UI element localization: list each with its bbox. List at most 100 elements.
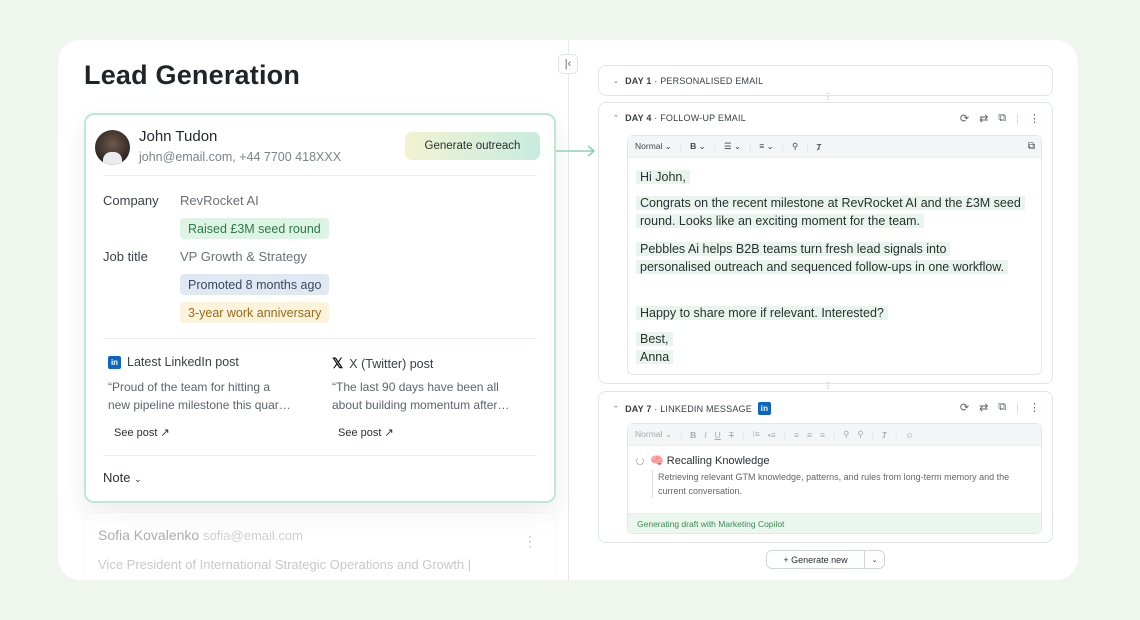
emoji-icon[interactable]: ☺ bbox=[905, 430, 914, 440]
linkedin-post-title: Latest LinkedIn post bbox=[127, 355, 239, 369]
email-editor[interactable]: Normal ⌄ | B ⌄ | ☰ ⌄ | ≡ ⌄ | ⚲ | Ⱦ ⧉ Hi … bbox=[627, 135, 1042, 375]
italic-icon[interactable]: I bbox=[704, 430, 706, 440]
editor-toolbar: Normal ⌄ | B ⌄ | ☰ ⌄ | ≡ ⌄ | ⚲ | Ⱦ ⧉ bbox=[628, 136, 1041, 158]
next-lead-title: Vice President of International Strategi… bbox=[98, 557, 472, 572]
lead-name: John Tudon bbox=[139, 128, 218, 145]
strikethrough-icon[interactable]: T bbox=[729, 430, 734, 440]
divider bbox=[103, 455, 537, 456]
step-header: ⌃ DAY 7 · LINKEDIN MESSAGE in bbox=[613, 402, 771, 415]
chevron-down-icon: ⌄ bbox=[134, 474, 142, 484]
email-greeting: Hi John, bbox=[636, 170, 690, 184]
sequence-step-day7[interactable]: ⌃ DAY 7 · LINKEDIN MESSAGE in ⟳ ⇄ ⧉ | ⋮ … bbox=[598, 391, 1053, 543]
swap-icon[interactable]: ⇄ bbox=[979, 401, 988, 414]
linkedin-icon: in bbox=[757, 402, 771, 415]
separator: | bbox=[1016, 112, 1019, 125]
anniversary-tag: 3-year work anniversary bbox=[180, 302, 330, 323]
more-options-icon[interactable]: ⋮ bbox=[1029, 112, 1040, 125]
recall-status: 🧠 Recalling Knowledge bbox=[636, 454, 770, 467]
generate-new-label[interactable]: + Generate new bbox=[767, 555, 864, 565]
chevron-up-icon[interactable]: ⌃ bbox=[613, 405, 619, 413]
step-label: · PERSONALISED EMAIL bbox=[651, 76, 764, 86]
divider bbox=[103, 338, 537, 339]
clear-format-icon[interactable]: Ⱦ bbox=[882, 430, 887, 440]
email-signature: Anna bbox=[636, 350, 674, 364]
lead-contact: john@email.com, +44 7700 418XXX bbox=[139, 150, 342, 164]
more-options-icon[interactable]: ⋮ bbox=[1029, 401, 1040, 414]
editor-toolbar: Normal ⌄ | B I U T | ⁝≡ •≡ | ≡ ≡ ≡ | ⚲ ⚲… bbox=[628, 424, 1041, 446]
sequence-step-day4[interactable]: ⌃ DAY 4 · FOLLOW-UP EMAIL ⟳ ⇄ ⧉ | ⋮ Norm… bbox=[598, 102, 1053, 384]
next-lead-email: sofia@email.com bbox=[203, 528, 303, 543]
align-icon[interactable]: ≡ ⌄ bbox=[759, 141, 773, 152]
bold-icon[interactable]: B ⌄ bbox=[690, 141, 706, 152]
twitter-post-line: about building momentum after… bbox=[332, 398, 510, 412]
twitter-post-line: “The last 90 days have been all bbox=[332, 380, 499, 394]
twitter-post-text: “The last 90 days have been all about bu… bbox=[332, 378, 538, 414]
underline-icon[interactable]: U bbox=[715, 430, 721, 440]
generate-new-button[interactable]: + Generate new ⌄ bbox=[766, 550, 885, 569]
numbered-list-icon[interactable]: ⁝≡ bbox=[752, 429, 760, 440]
copy-icon[interactable]: ⧉ bbox=[1028, 141, 1035, 152]
swap-icon[interactable]: ⇄ bbox=[979, 112, 988, 125]
loading-spinner-icon bbox=[636, 456, 644, 465]
collapse-icon: |‹ bbox=[564, 58, 572, 70]
link-icon[interactable]: ⚲ bbox=[843, 429, 849, 440]
next-lead-card[interactable]: Sofia Kovalenko sofia@email.com Vice Pre… bbox=[84, 512, 556, 580]
note-label: Note bbox=[103, 470, 131, 485]
linkedin-post-text: “Proud of the team for hitting a new pip… bbox=[108, 378, 314, 414]
twitter-post-header: 𝕏 X (Twitter) post bbox=[332, 355, 433, 372]
copy-icon[interactable]: ⧉ bbox=[998, 112, 1006, 125]
step-day: DAY 1 bbox=[625, 76, 652, 86]
step-header: ⌄ DAY 1 · PERSONALISED EMAIL bbox=[613, 76, 763, 86]
email-paragraph: Pebbles Ai helps B2B teams turn fresh le… bbox=[636, 242, 1009, 274]
linkedin-see-post-link[interactable]: See post ↗ bbox=[114, 426, 170, 439]
unlink-icon[interactable]: ⚲ bbox=[857, 429, 863, 440]
linkedin-post-line: “Proud of the team for hitting a bbox=[108, 380, 271, 394]
list-icon[interactable]: ☰ ⌄ bbox=[724, 141, 741, 152]
flow-arrow-icon bbox=[556, 145, 596, 157]
chevron-down-icon[interactable]: ⌄ bbox=[613, 77, 619, 85]
note-toggle[interactable]: Note ⌄ bbox=[103, 470, 142, 485]
text-style-select[interactable]: Normal ⌄ bbox=[635, 429, 672, 440]
generate-outreach-button[interactable]: Generate outreach bbox=[405, 132, 540, 160]
linkedin-icon: in bbox=[108, 355, 121, 369]
step-day: DAY 4 bbox=[625, 113, 652, 123]
linkedin-post-line: new pipeline milestone this quar… bbox=[108, 398, 291, 412]
chevron-up-icon[interactable]: ⌃ bbox=[613, 114, 619, 122]
text-style-select[interactable]: Normal ⌄ bbox=[635, 141, 672, 152]
chevron-down-icon[interactable]: ⌄ bbox=[864, 551, 884, 568]
promotion-tag: Promoted 8 months ago bbox=[180, 274, 330, 295]
step-actions: ⟳ ⇄ ⧉ | ⋮ bbox=[960, 112, 1040, 125]
refresh-icon[interactable]: ⟳ bbox=[960, 112, 969, 125]
refresh-icon[interactable]: ⟳ bbox=[960, 401, 969, 414]
collapse-panel-button[interactable]: |‹ bbox=[558, 54, 578, 74]
step-header: ⌃ DAY 4 · FOLLOW-UP EMAIL bbox=[613, 113, 746, 123]
job-title-value: VP Growth & Strategy bbox=[180, 249, 307, 264]
main-card: Lead Generation |‹ John Tudon john@email… bbox=[58, 40, 1078, 580]
next-lead-name-row: Sofia Kovalenko sofia@email.com bbox=[98, 527, 303, 543]
bold-icon[interactable]: B bbox=[690, 430, 696, 440]
separator: | bbox=[1016, 401, 1019, 414]
email-paragraph: Congrats on the recent milestone at RevR… bbox=[636, 196, 1025, 228]
page-title: Lead Generation bbox=[84, 60, 301, 90]
bullet-list-icon[interactable]: •≡ bbox=[768, 430, 776, 440]
step-day: DAY 7 bbox=[625, 403, 652, 414]
linkedin-post-header: in Latest LinkedIn post bbox=[108, 355, 239, 369]
connector-dots: ⋮ bbox=[824, 381, 832, 390]
align-center-icon[interactable]: ≡ bbox=[807, 430, 812, 440]
lead-card[interactable]: John Tudon john@email.com, +44 7700 418X… bbox=[84, 113, 556, 503]
funding-tag: Raised £3M seed round bbox=[180, 218, 329, 239]
twitter-see-post-link[interactable]: See post ↗ bbox=[338, 426, 394, 439]
step-label: · LINKEDIN MESSAGE bbox=[651, 403, 752, 414]
recall-title: 🧠 Recalling Knowledge bbox=[650, 455, 770, 467]
clear-format-icon[interactable]: Ⱦ bbox=[816, 142, 821, 152]
connector-dots: ⋮ bbox=[824, 92, 832, 101]
align-right-icon[interactable]: ≡ bbox=[820, 430, 825, 440]
job-title-label: Job title bbox=[103, 249, 148, 264]
copy-icon[interactable]: ⧉ bbox=[998, 401, 1006, 414]
message-editor[interactable]: Normal ⌄ | B I U T | ⁝≡ •≡ | ≡ ≡ ≡ | ⚲ ⚲… bbox=[627, 423, 1042, 534]
more-options-icon[interactable]: ⋮ bbox=[523, 533, 537, 550]
align-left-icon[interactable]: ≡ bbox=[794, 430, 799, 440]
company-label: Company bbox=[103, 193, 159, 208]
email-paragraph: Happy to share more if relevant. Interes… bbox=[636, 306, 888, 320]
link-icon[interactable]: ⚲ bbox=[792, 141, 798, 152]
